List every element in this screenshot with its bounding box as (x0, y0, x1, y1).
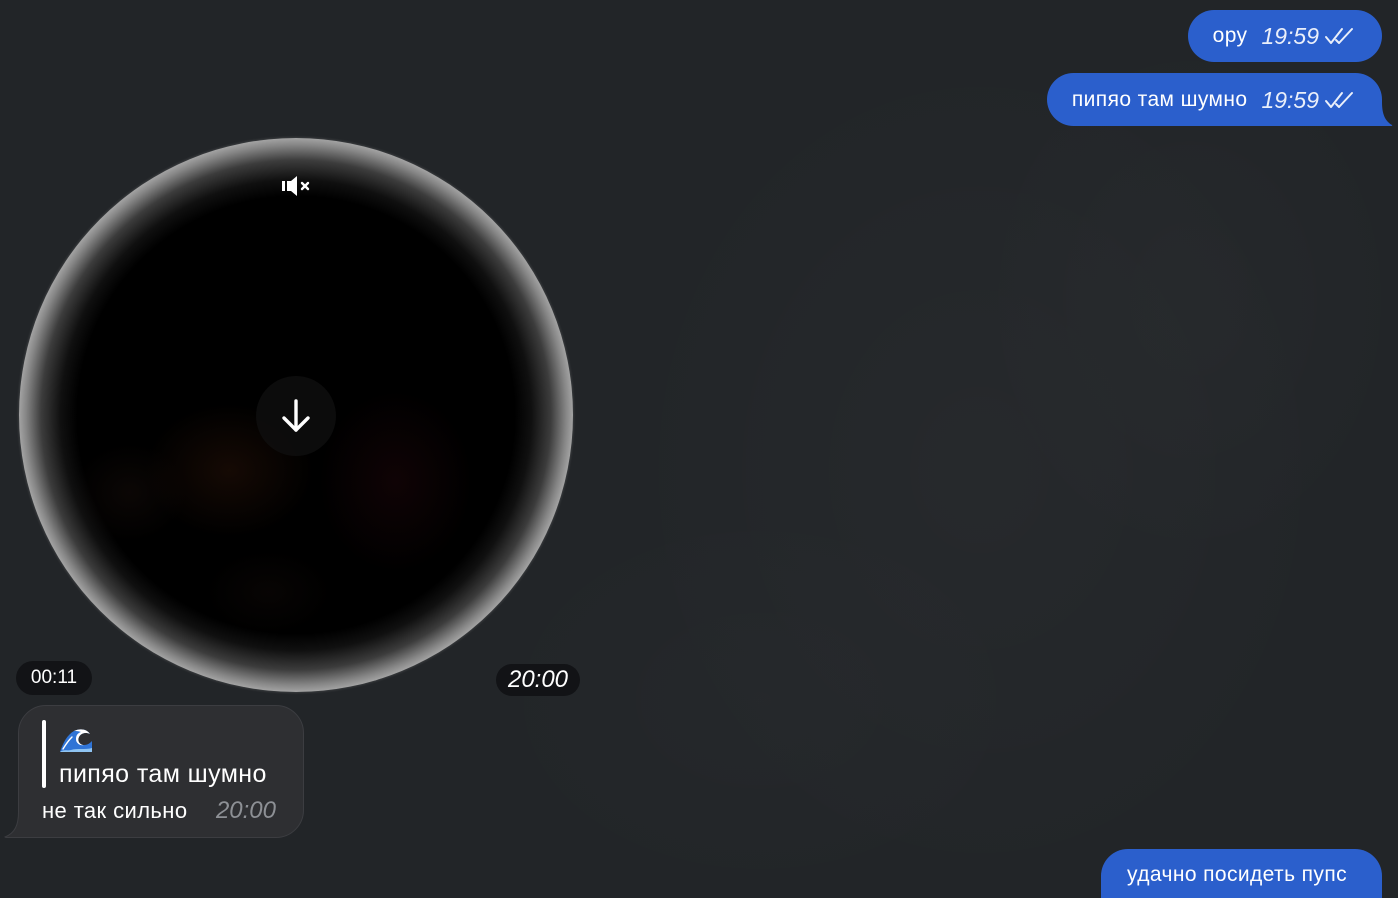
message-text: удачно посидеть пупс (1127, 863, 1347, 886)
download-arrow-icon (282, 399, 310, 432)
muted-speaker-icon[interactable] (281, 175, 313, 197)
message-time: 19:59 (1261, 23, 1319, 49)
outgoing-message[interactable]: удачно посидеть пупс (1101, 849, 1382, 898)
video-note[interactable] (19, 138, 573, 692)
outgoing-message[interactable]: ору 19:59 (1187, 10, 1382, 62)
outgoing-message[interactable]: пипяо там шумно 19:59 (1046, 73, 1393, 126)
bubble-tail (1380, 102, 1393, 126)
message-time: 20:00 (215, 797, 276, 824)
video-duration-badge: 00:11 (16, 661, 92, 695)
message-text: не так сильно (42, 798, 188, 823)
reply-quote[interactable]: пипяо там шумно (42, 720, 292, 788)
message-text: пипяо там шумно (1071, 87, 1248, 111)
double-check-icon (1325, 28, 1353, 44)
video-time-badge: 20:00 (496, 664, 580, 696)
incoming-message[interactable]: пипяо там шумно не так сильно 20:00 (4, 705, 304, 838)
message-time: 19:59 (1261, 86, 1319, 113)
reply-bar (42, 720, 46, 788)
message-text: ору (1212, 24, 1248, 47)
message-meta: 19:59 (1261, 87, 1355, 113)
water-wave-icon (60, 729, 92, 752)
bubble-tail (4, 812, 21, 838)
double-check-icon (1325, 91, 1353, 108)
message-meta: 19:59 (1261, 23, 1355, 49)
reply-text: пипяо там шумно (59, 760, 267, 788)
download-button[interactable] (256, 376, 336, 456)
